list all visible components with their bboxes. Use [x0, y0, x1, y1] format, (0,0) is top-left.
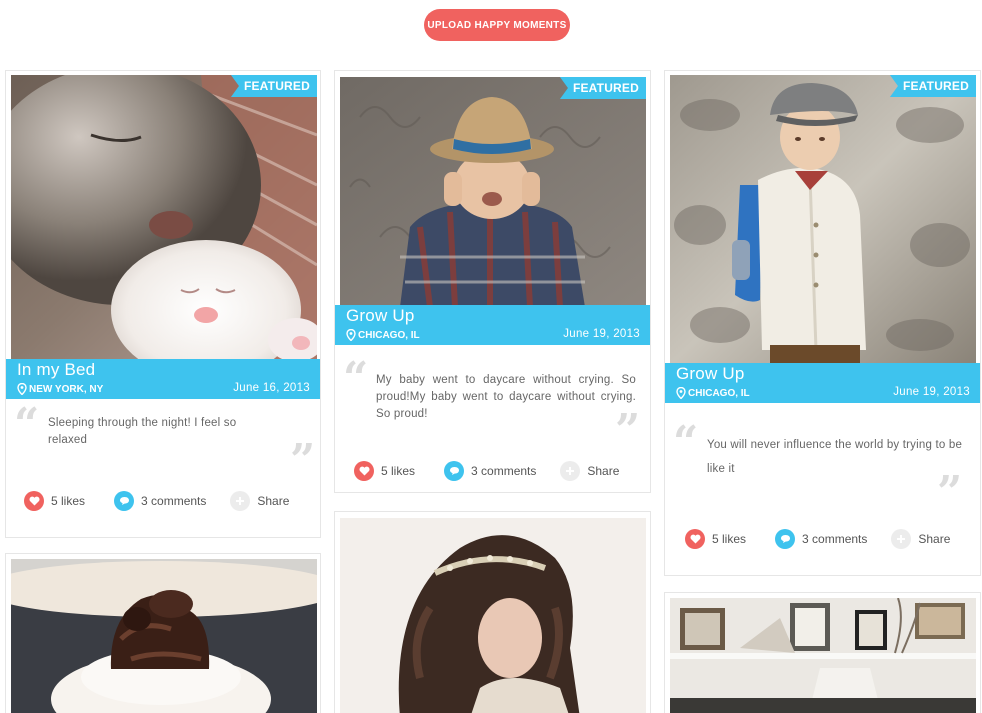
- close-quote-icon: ”: [615, 405, 641, 456]
- kitten-photo[interactable]: FEATURED: [11, 75, 317, 361]
- close-quote-icon: ”: [290, 435, 316, 486]
- card-title[interactable]: Grow Up: [676, 364, 744, 384]
- likes-count: 5 likes: [381, 464, 416, 478]
- open-quote-icon: “: [14, 399, 40, 450]
- location-text: CHICAGO, IL: [688, 387, 750, 399]
- moment-card: [5, 553, 321, 713]
- likes-count: 5 likes: [712, 532, 747, 546]
- plus-icon: [891, 529, 912, 549]
- share-label: Share: [918, 532, 951, 546]
- card-info-bar: Grow Up CHICAGO, IL June 19, 2013: [665, 363, 980, 403]
- share-label: Share: [587, 464, 620, 478]
- room-photo[interactable]: [670, 598, 976, 713]
- location-pin-icon: [17, 383, 27, 395]
- close-quote-icon: ”: [937, 467, 963, 518]
- card-title[interactable]: Grow Up: [346, 306, 414, 326]
- card-quote: Sleeping through the night! I feel so re…: [48, 417, 237, 446]
- comments-count: 3 comments: [471, 464, 537, 478]
- moment-card: FEATURED Grow Up CHICAGO, IL June 19, 20…: [334, 70, 651, 493]
- card-info-bar: In my Bed NEW YORK, NY June 16, 2013: [6, 359, 320, 399]
- card-location: CHICAGO, IL: [676, 387, 750, 399]
- comments-count: 3 comments: [141, 494, 207, 508]
- moment-card: [664, 592, 981, 713]
- location-pin-icon: [676, 387, 686, 399]
- likes-count: 5 likes: [51, 494, 86, 508]
- card-actions: 5 likes 3 comments Share: [24, 491, 289, 511]
- card-location: NEW YORK, NY: [17, 383, 103, 395]
- moment-card: FEATURED In my Bed NEW YORK, NY June 16,…: [5, 70, 321, 538]
- card-info-bar: Grow Up CHICAGO, IL June 19, 2013: [335, 305, 650, 345]
- card-actions: 5 likes 3 comments Share: [685, 529, 950, 549]
- comments-count: 3 comments: [802, 532, 868, 546]
- baby-hat-photo[interactable]: FEATURED: [340, 77, 646, 307]
- location-text: CHICAGO, IL: [358, 329, 420, 341]
- plus-icon: [560, 461, 581, 481]
- heart-icon: [354, 461, 374, 481]
- card-date: June 16, 2013: [233, 382, 310, 394]
- location-pin-icon: [346, 329, 356, 341]
- like-button[interactable]: 5 likes: [354, 461, 415, 481]
- location-text: NEW YORK, NY: [29, 383, 104, 395]
- boy-backpack-photo[interactable]: FEATURED: [670, 75, 976, 365]
- card-title[interactable]: In my Bed: [17, 360, 95, 380]
- featured-ribbon: FEATURED: [230, 75, 317, 97]
- plus-icon: [230, 491, 251, 511]
- heart-icon: [685, 529, 705, 549]
- heart-icon: [24, 491, 44, 511]
- card-quote: My baby went to daycare without crying. …: [376, 374, 636, 420]
- moment-card: [334, 511, 651, 713]
- upload-happy-moments-button[interactable]: UPLOAD HAPPY MOMENTS: [424, 9, 570, 41]
- card-quote: You will never influence the world by tr…: [707, 439, 963, 475]
- like-button[interactable]: 5 likes: [685, 529, 746, 549]
- cupcake-photo[interactable]: [11, 559, 317, 713]
- open-quote-icon: “: [343, 353, 369, 404]
- comments-button[interactable]: 3 comments: [114, 491, 206, 511]
- share-button[interactable]: Share: [230, 491, 289, 511]
- featured-ribbon: FEATURED: [889, 75, 976, 97]
- bride-photo[interactable]: [340, 518, 646, 713]
- comment-bubble-icon: [114, 491, 135, 511]
- share-button[interactable]: Share: [560, 461, 619, 481]
- open-quote-icon: “: [673, 417, 699, 468]
- share-button[interactable]: Share: [891, 529, 950, 549]
- like-button[interactable]: 5 likes: [24, 491, 85, 511]
- featured-ribbon: FEATURED: [559, 77, 646, 99]
- card-date: June 19, 2013: [563, 328, 640, 340]
- card-date: June 19, 2013: [893, 386, 970, 398]
- comment-bubble-icon: [444, 461, 465, 481]
- comments-button[interactable]: 3 comments: [444, 461, 536, 481]
- card-location: CHICAGO, IL: [346, 329, 420, 341]
- moment-card: FEATURED Grow Up CHICAGO, IL June 19, 20…: [664, 70, 981, 576]
- comment-bubble-icon: [775, 529, 796, 549]
- comments-button[interactable]: 3 comments: [775, 529, 867, 549]
- share-label: Share: [257, 494, 290, 508]
- card-actions: 5 likes 3 comments Share: [354, 461, 619, 481]
